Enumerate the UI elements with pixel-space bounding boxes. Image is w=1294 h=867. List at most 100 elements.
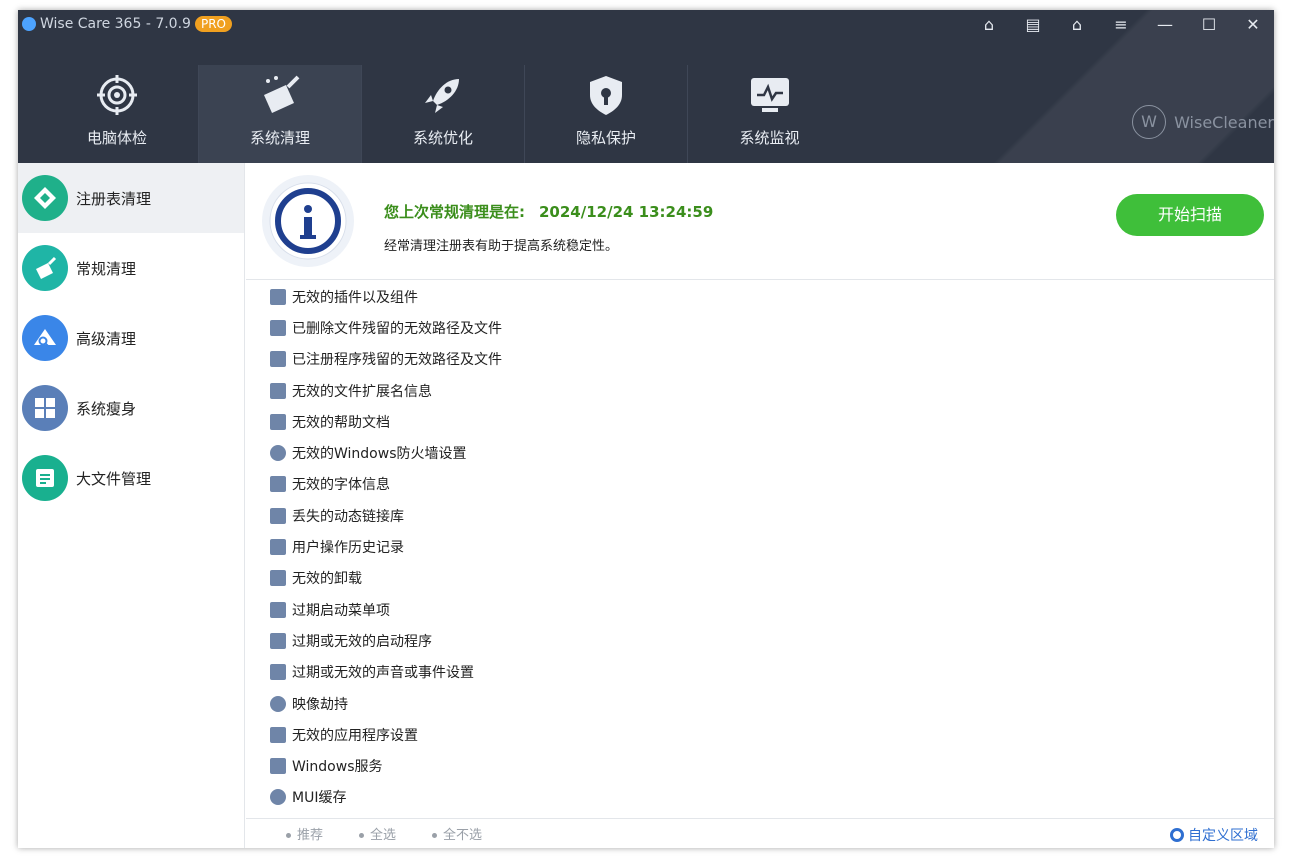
monitor-icon	[750, 78, 789, 112]
nav-item-checkup[interactable]: 电脑体检	[36, 65, 199, 163]
select-all-link[interactable]: 全选	[359, 824, 396, 843]
last-clean-label: 您上次常规清理是在:	[384, 203, 525, 221]
list-item[interactable]: 无效的文件扩展名信息	[246, 375, 1274, 406]
recommend-label: 推荐	[297, 828, 324, 843]
sidebar-item-general[interactable]: 常规清理	[18, 233, 244, 303]
maximize-button[interactable]: ☐	[1196, 14, 1222, 36]
history-icon	[270, 539, 286, 556]
brand: W WiseCleaner	[1132, 105, 1274, 139]
recommend-link[interactable]: 推荐	[286, 824, 323, 843]
select-none-label: 全不选	[443, 828, 483, 843]
select-none-link[interactable]: 全不选	[432, 824, 482, 843]
list-icon	[270, 382, 286, 399]
brand-name: WiseCleaner	[1174, 112, 1274, 132]
nav-item-optimize[interactable]: 系统优化	[362, 65, 525, 163]
list-item-label: 丢失的动态链接库	[292, 508, 404, 525]
list-item[interactable]: 无效的应用程序设置	[246, 719, 1274, 750]
magnifier-icon	[22, 315, 68, 361]
main-nav: 电脑体检 系统清理 系统优化 隐私保护 系统监视	[36, 65, 851, 163]
broom-icon	[22, 245, 68, 291]
nav-label: 电脑体检	[86, 129, 147, 147]
gear-icon	[1170, 828, 1184, 842]
nav-label: 系统优化	[412, 129, 473, 147]
mui-cache-icon	[270, 789, 286, 806]
pro-badge: PRO	[194, 16, 232, 32]
sidebar-item-bigfile[interactable]: 大文件管理	[18, 443, 244, 513]
info-icon	[262, 175, 354, 267]
list-item-label: 已删除文件残留的无效路径及文件	[292, 320, 502, 337]
list-item[interactable]: 无效的Windows防火墙设置	[246, 437, 1274, 468]
list-item-label: 无效的应用程序设置	[292, 727, 418, 744]
nav-item-privacy[interactable]: 隐私保护	[525, 65, 688, 163]
file-list-icon	[22, 455, 68, 501]
list-item[interactable]: 无效的插件以及组件	[246, 281, 1274, 312]
last-clean-timestamp: 2024/12/24 13:24:59	[539, 203, 714, 221]
sidebar-item-slim[interactable]: 系统瘦身	[18, 373, 244, 443]
info-subtitle: 经常清理注册表有助于提高系统稳定性。	[384, 239, 619, 254]
custom-area-label: 自定义区域	[1188, 828, 1258, 844]
home-icon[interactable]: ⌂	[976, 14, 1002, 36]
list-item-label: 无效的插件以及组件	[292, 289, 418, 306]
list-item-label: 无效的文件扩展名信息	[292, 383, 432, 400]
startup-icon	[270, 632, 286, 649]
dot-icon	[286, 833, 291, 838]
list-item-label: 无效的Windows防火墙设置	[292, 446, 467, 463]
select-all-label: 全选	[370, 828, 397, 843]
sidebar-item-registry[interactable]: 注册表清理	[18, 163, 244, 233]
header: Wise Care 365 - 7.0.9 PRO ⌂ ▤ ⌂ ≡ — ☐ ✕	[18, 10, 1274, 163]
sidebar-item-advanced[interactable]: 高级清理	[18, 303, 244, 373]
list-item-label: Windows服务	[292, 759, 383, 776]
list-item[interactable]: 过期启动菜单项	[246, 594, 1274, 625]
list-item-label: 已注册程序残留的无效路径及文件	[292, 352, 502, 369]
menu-icon[interactable]: ≡	[1108, 14, 1134, 36]
list-item-label: 映像劫持	[292, 696, 348, 713]
sidebar-item-label: 常规清理	[76, 259, 137, 278]
list-item-label: 过期启动菜单项	[292, 602, 390, 619]
list-item[interactable]: 无效的字体信息	[246, 469, 1274, 500]
firewall-shield-icon	[270, 445, 286, 462]
start-scan-button[interactable]: 开始扫描	[1116, 194, 1264, 236]
nav-item-monitor[interactable]: 系统监视	[688, 65, 851, 163]
app-window: Wise Care 365 - 7.0.9 PRO ⌂ ▤ ⌂ ≡ — ☐ ✕	[18, 10, 1274, 848]
list-footer: 推荐 全选 全不选 自定义区域	[246, 818, 1274, 848]
windows-icon	[22, 385, 68, 431]
close-button[interactable]: ✕	[1240, 14, 1266, 36]
folder-icon	[270, 319, 286, 336]
list-item-label: 过期或无效的声音或事件设置	[292, 665, 474, 682]
app-title-text: Wise Care 365 - 7.0.9	[40, 16, 191, 32]
list-item[interactable]: 过期或无效的启动程序	[246, 625, 1274, 656]
minimize-button[interactable]: —	[1152, 14, 1178, 36]
notes-icon[interactable]: ▤	[1020, 14, 1046, 36]
font-icon	[270, 476, 286, 493]
list-item[interactable]: 已删除文件残留的无效路径及文件	[246, 312, 1274, 343]
registry-item-list: 无效的插件以及组件 已删除文件残留的无效路径及文件 已注册程序残留的无效路径及文…	[246, 281, 1274, 818]
shield-lock-icon	[590, 76, 622, 115]
list-item[interactable]: Windows服务	[246, 750, 1274, 781]
list-item[interactable]: 丢失的动态链接库	[246, 500, 1274, 531]
help-document-icon	[270, 413, 286, 430]
list-item[interactable]: 已注册程序残留的无效路径及文件	[246, 344, 1274, 375]
list-item-label: 无效的帮助文档	[292, 414, 390, 431]
sidebar-item-label: 系统瘦身	[76, 399, 137, 418]
shirt-icon[interactable]: ⌂	[1064, 14, 1090, 36]
titlebar: Wise Care 365 - 7.0.9 PRO ⌂ ▤ ⌂ ≡ — ☐ ✕	[18, 10, 1274, 40]
list-item[interactable]: 用户操作历史记录	[246, 531, 1274, 562]
nav-item-cleanup[interactable]: 系统清理	[199, 65, 362, 163]
app-title: Wise Care 365 - 7.0.9 PRO	[22, 16, 232, 32]
nav-label: 系统清理	[249, 129, 310, 147]
list-item[interactable]: 无效的卸载	[246, 563, 1274, 594]
custom-area-link[interactable]: 自定义区域	[1170, 825, 1258, 845]
main-panel: 您上次常规清理是在: 2024/12/24 13:24:59 经常清理注册表有助于…	[246, 163, 1274, 848]
uninstall-icon	[270, 570, 286, 587]
list-item[interactable]: MUI缓存	[246, 782, 1274, 813]
last-clean-title: 您上次常规清理是在: 2024/12/24 13:24:59	[384, 201, 713, 222]
dot-icon	[432, 833, 438, 838]
list-item-label: MUI缓存	[292, 790, 347, 807]
nav-label: 隐私保护	[575, 129, 636, 147]
sidebar-item-label: 大文件管理	[76, 469, 152, 488]
list-item[interactable]: 过期或无效的声音或事件设置	[246, 657, 1274, 688]
list-item[interactable]: 映像劫持	[246, 688, 1274, 719]
list-item-label: 过期或无效的启动程序	[292, 633, 432, 650]
list-item[interactable]: 无效的帮助文档	[246, 406, 1274, 437]
sidebar-item-label: 高级清理	[76, 329, 137, 348]
